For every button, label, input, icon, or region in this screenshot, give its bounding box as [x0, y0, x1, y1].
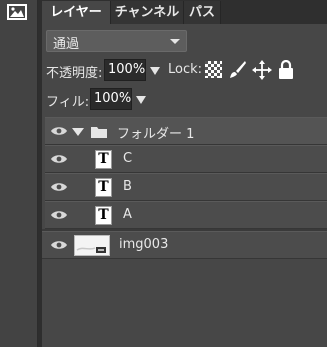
- chevron-down-icon[interactable]: [72, 128, 84, 136]
- layer-name: A: [123, 207, 132, 222]
- fill-dropdown-icon[interactable]: [136, 96, 146, 104]
- fill-input[interactable]: 100%: [90, 88, 132, 110]
- opacity-input[interactable]: 100%: [104, 59, 146, 81]
- layer-thumbnail: [74, 235, 110, 256]
- checkerboard-lock-icon[interactable]: [205, 61, 222, 78]
- layer-name: img003: [119, 237, 169, 252]
- eye-icon[interactable]: [51, 182, 67, 192]
- opacity-label: 不透明度:: [46, 66, 103, 81]
- eye-icon[interactable]: [51, 210, 67, 220]
- fill-label: フィル:: [46, 95, 90, 110]
- layer-name: フォルダー 1: [117, 127, 195, 142]
- tab-paths[interactable]: パス: [184, 1, 221, 24]
- tab-channels[interactable]: チャンネル: [111, 1, 184, 24]
- blend-mode-select[interactable]: 通過: [46, 30, 187, 52]
- layers-panel: レイヤー チャンネル パス 通過 不透明度: 100% Lock: フィル: 1…: [42, 0, 327, 347]
- chevron-down-icon: [170, 39, 180, 44]
- padlock-icon[interactable]: [278, 60, 294, 79]
- move-lock-icon[interactable]: [252, 60, 272, 80]
- blend-mode-value: 通過: [53, 37, 80, 52]
- panel-tabs: レイヤー チャンネル パス: [42, 0, 327, 24]
- layer-name: C: [123, 151, 133, 166]
- left-toolbar: [0, 0, 38, 347]
- tab-layers[interactable]: レイヤー: [42, 1, 111, 24]
- eye-icon[interactable]: [51, 154, 67, 164]
- layer-name: B: [123, 179, 132, 194]
- text-layer-icon: T: [95, 178, 112, 197]
- layer-row-b[interactable]: T B: [45, 173, 327, 201]
- eye-icon[interactable]: [51, 126, 67, 136]
- layer-row-c[interactable]: T C: [45, 145, 327, 173]
- text-layer-icon: T: [95, 206, 112, 225]
- text-layer-icon: T: [95, 150, 112, 169]
- brush-lock-icon[interactable]: [228, 60, 247, 79]
- layer-row-folder[interactable]: フォルダー 1: [45, 117, 327, 145]
- layer-row-a[interactable]: T A: [45, 201, 327, 229]
- image-icon[interactable]: [7, 4, 27, 20]
- lock-label: Lock:: [168, 62, 203, 77]
- eye-icon[interactable]: [51, 240, 67, 250]
- thumbnail-image: [75, 236, 109, 255]
- folder-icon: [91, 127, 107, 138]
- opacity-dropdown-icon[interactable]: [150, 67, 160, 75]
- layer-row-img003[interactable]: img003: [42, 231, 327, 259]
